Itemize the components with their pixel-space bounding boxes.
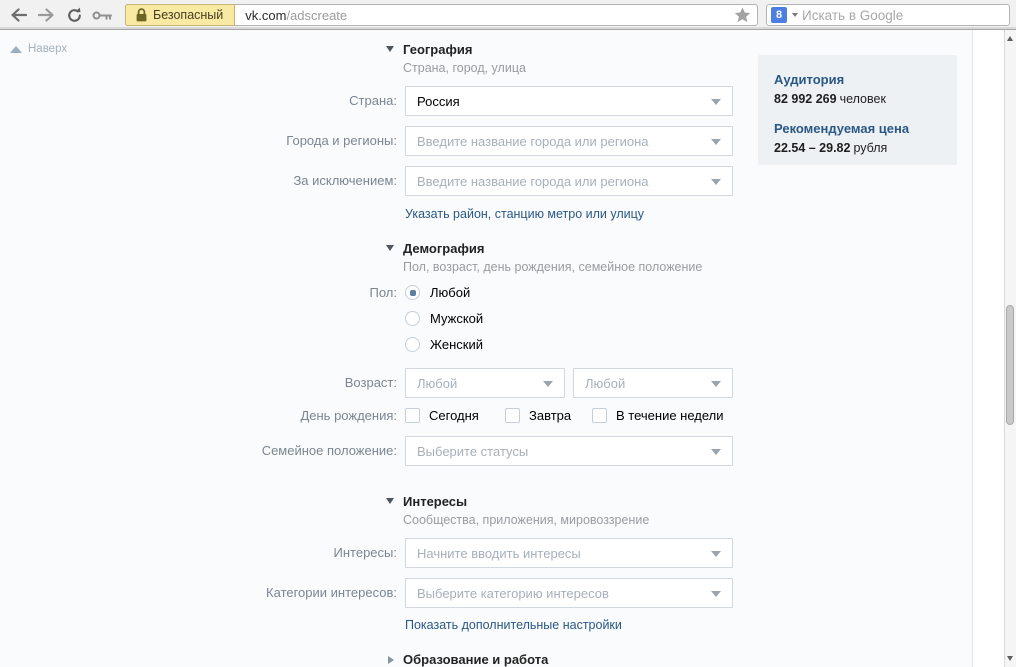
chevron-down-icon (711, 449, 721, 455)
price-title-link[interactable]: Рекомендуемая цена (774, 121, 941, 136)
audience-value: 82 992 269человек (774, 92, 941, 106)
marital-label: Семейное положение: (0, 436, 397, 466)
gender-label: Пол: (0, 284, 397, 301)
gender-option-any[interactable]: Любой (405, 284, 470, 301)
section-interests-title[interactable]: Интересы (403, 494, 467, 509)
geography-collapse-icon[interactable] (386, 46, 394, 52)
url-text[interactable]: vk.com/adscreate (235, 8, 727, 23)
price-unit: рубля (853, 141, 887, 155)
country-label: Страна: (0, 86, 397, 116)
radio-unselected-icon[interactable] (405, 337, 420, 352)
back-arrow-icon (10, 8, 27, 22)
price-range: 22.54 – 29.82 (774, 141, 850, 155)
show-more-settings-link[interactable]: Показать дополнительные настройки (405, 618, 622, 632)
search-engine-caret-icon[interactable] (792, 13, 798, 17)
marital-placeholder: Выберите статусы (417, 444, 528, 459)
age-label: Возраст: (0, 368, 397, 398)
section-interests-subtitle: Сообщества, приложения, мировоззрение (403, 513, 649, 527)
price-value: 22.54 – 29.82рубля (774, 141, 941, 155)
page-content: Наверх География Страна, город, улица Ст… (0, 30, 1016, 667)
country-select[interactable]: Россия (405, 86, 733, 116)
interests-label: Интересы: (0, 538, 397, 568)
key-icon (92, 9, 113, 22)
gender-option-female[interactable]: Женский (405, 336, 483, 353)
birthday-tomorrow-option[interactable]: Завтра (505, 407, 571, 424)
scroll-up-icon[interactable] (1007, 36, 1013, 41)
cities-field-wrap (405, 126, 733, 156)
except-label: За исключением: (0, 166, 397, 196)
cities-label: Города и регионы: (0, 126, 397, 156)
bookmark-button[interactable] (727, 7, 757, 23)
education-expand-icon[interactable] (388, 656, 394, 664)
birthday-week-label: В течение недели (616, 408, 724, 423)
chevron-down-icon (711, 99, 721, 105)
search-input[interactable] (802, 8, 1003, 23)
security-badge-label: Безопасный (153, 8, 223, 22)
interests-collapse-icon[interactable] (386, 498, 394, 504)
demography-collapse-icon[interactable] (386, 245, 394, 251)
back-button[interactable] (6, 4, 30, 26)
interests-input[interactable] (406, 539, 732, 567)
scrollbar-thumb[interactable] (1006, 305, 1014, 425)
interest-categories-label: Категории интересов: (0, 578, 397, 608)
age-from-value: Любой (417, 376, 457, 391)
radio-unselected-icon[interactable] (405, 311, 420, 326)
interest-categories-select[interactable]: Выберите категорию интересов (405, 578, 733, 608)
gender-option-any-label: Любой (430, 285, 470, 300)
district-metro-street-link[interactable]: Указать район, станцию метро или улицу (405, 207, 644, 221)
section-demography-title[interactable]: Демография (403, 241, 484, 256)
vertical-scrollbar[interactable] (1004, 30, 1016, 667)
except-field-wrap (405, 166, 733, 196)
reload-button[interactable] (62, 4, 86, 26)
birthday-label: День рождения: (0, 407, 397, 424)
forward-button[interactable] (34, 4, 58, 26)
age-from-select[interactable]: Любой (405, 368, 565, 398)
birthday-today-label: Сегодня (429, 408, 479, 423)
browser-toolbar: Безопасный vk.com/adscreate 8 (0, 0, 1016, 30)
address-bar[interactable]: Безопасный vk.com/adscreate (125, 4, 758, 26)
bookmark-star-icon (734, 7, 751, 23)
right-gutter (973, 30, 1004, 667)
google-logo-icon[interactable]: 8 (771, 7, 787, 23)
checkbox-icon[interactable] (505, 408, 520, 423)
lock-icon (136, 8, 147, 22)
chevron-down-icon (711, 591, 721, 597)
audience-unit: человек (840, 92, 886, 106)
audience-summary-panel: Аудитория 82 992 269человек Рекомендуема… (758, 55, 957, 165)
country-value: Россия (417, 94, 460, 109)
section-demography-subtitle: Пол, возраст, день рождения, семейное по… (403, 260, 702, 274)
password-key-button[interactable] (90, 4, 114, 26)
cities-input[interactable] (406, 127, 732, 155)
section-education-title[interactable]: Образование и работа (403, 652, 548, 667)
gender-option-male-label: Мужской (430, 311, 483, 326)
age-to-value: Любой (585, 376, 625, 391)
checkbox-icon[interactable] (405, 408, 420, 423)
section-geography-title[interactable]: География (403, 42, 472, 57)
gender-option-male[interactable]: Мужской (405, 310, 483, 327)
checkbox-icon[interactable] (592, 408, 607, 423)
url-domain: vk.com (245, 8, 286, 23)
search-box[interactable]: 8 (766, 4, 1010, 26)
radio-selected-icon[interactable] (405, 285, 420, 300)
url-path: /adscreate (286, 8, 347, 23)
chevron-down-icon (711, 381, 721, 387)
audience-title-link[interactable]: Аудитория (774, 72, 941, 87)
marital-select[interactable]: Выберите статусы (405, 436, 733, 466)
interests-field-wrap (405, 538, 733, 568)
birthday-tomorrow-label: Завтра (529, 408, 571, 423)
section-geography-subtitle: Страна, город, улица (403, 61, 526, 75)
birthday-week-option[interactable]: В течение недели (592, 407, 724, 424)
chevron-down-icon (543, 381, 553, 387)
reload-icon (66, 7, 83, 24)
security-badge[interactable]: Безопасный (125, 4, 235, 26)
forward-arrow-icon (38, 8, 55, 22)
interest-categories-placeholder: Выберите категорию интересов (417, 586, 609, 601)
audience-count: 82 992 269 (774, 92, 837, 106)
scroll-down-icon[interactable] (1007, 656, 1013, 661)
gender-option-female-label: Женский (430, 337, 483, 352)
birthday-today-option[interactable]: Сегодня (405, 407, 479, 424)
except-input[interactable] (406, 167, 732, 195)
age-to-select[interactable]: Любой (573, 368, 733, 398)
